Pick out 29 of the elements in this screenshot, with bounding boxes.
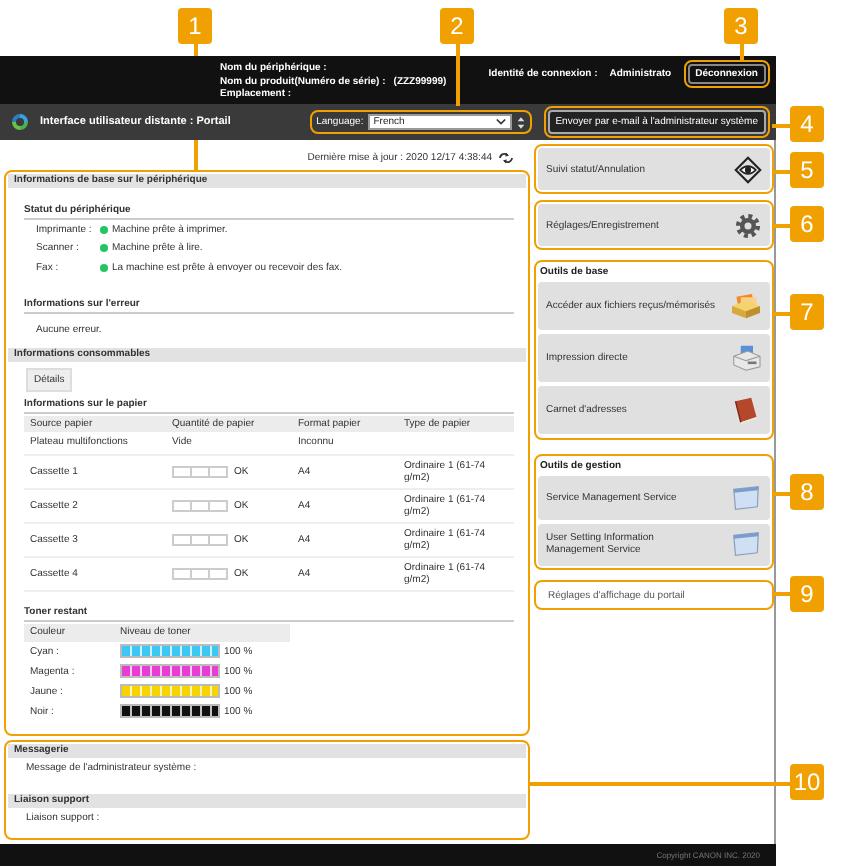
callout-badge: 8 <box>790 474 824 510</box>
callout-badge: 5 <box>790 152 824 188</box>
printer-icon <box>730 344 762 372</box>
callout-badge: 2 <box>440 8 474 44</box>
callout-badge: 10 <box>790 764 824 800</box>
callout-badge: 1 <box>178 8 212 44</box>
callout-badge: 9 <box>790 576 824 612</box>
status-dot <box>100 225 108 234</box>
callout-badge: 3 <box>724 8 758 44</box>
portal-logo-icon <box>10 112 30 132</box>
paper-gauge-icon <box>172 465 228 477</box>
eye-icon <box>734 155 762 183</box>
paper-gauge-icon <box>172 499 228 511</box>
leader-line <box>456 44 459 106</box>
paper-gauge-icon <box>172 533 228 545</box>
chevron-down-icon <box>495 118 506 126</box>
paper-gauge-icon <box>172 567 228 579</box>
refresh-icon[interactable] <box>498 151 514 163</box>
status-dot <box>100 263 108 272</box>
gear-icon <box>734 211 762 239</box>
book-icon <box>730 396 762 424</box>
callout-badge: 7 <box>790 294 824 330</box>
status-dot <box>100 244 108 253</box>
callout-badge: 6 <box>790 206 824 242</box>
window-icon <box>730 530 762 559</box>
callout-badge: 4 <box>790 106 824 142</box>
file-box-icon <box>730 292 762 320</box>
arrows-icon[interactable] <box>515 115 526 129</box>
window-icon <box>730 483 762 512</box>
